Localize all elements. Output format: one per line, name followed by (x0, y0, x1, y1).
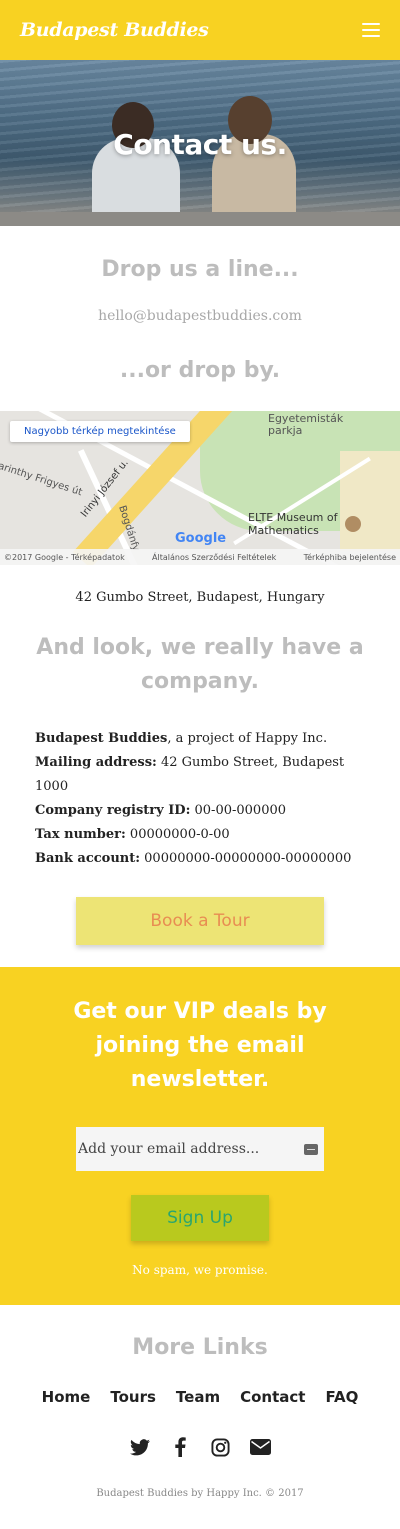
footer-link-tours[interactable]: Tours (110, 1388, 156, 1406)
hero-ledge (0, 212, 400, 226)
drop-by-title: ...or drop by. (119, 358, 281, 383)
no-spam-note: No spam, we promise. (132, 1263, 268, 1277)
map-buildings (340, 451, 400, 551)
facebook-icon[interactable] (169, 1436, 191, 1458)
autofill-icon[interactable] (304, 1143, 318, 1155)
google-logo: Google (175, 531, 227, 546)
bank-account-row: Bank account: 00000000-00000000-00000000 (35, 851, 352, 866)
book-tour-button[interactable]: Book a Tour (76, 897, 324, 945)
company-name-row: Budapest Buddies, a project of Happy Inc… (35, 731, 328, 746)
social-links (0, 1436, 400, 1458)
footer-link-contact[interactable]: Contact (240, 1388, 305, 1406)
newsletter-email-field[interactable] (76, 1127, 324, 1171)
more-links-title: More Links (132, 1335, 268, 1360)
map-label-museum: ELTE Museum of Mathematics (248, 511, 338, 537)
drop-line-title: Drop us a line... (101, 257, 299, 282)
map-report-link[interactable]: Térképhiba bejelentése (304, 553, 396, 562)
footer-link-team[interactable]: Team (176, 1388, 220, 1406)
contact-email-link[interactable]: hello@budapestbuddies.com (0, 308, 400, 324)
page-title: Contact us. (113, 128, 287, 161)
company-details: Budapest Buddies, a project of Happy Inc… (0, 727, 400, 871)
mailing-address-row: Mailing address: 42 Gumbo Street, Budape… (35, 755, 345, 794)
tax-number-row: Tax number: 00000000-0-00 (35, 827, 230, 842)
museum-icon[interactable] (345, 516, 361, 532)
company-title: And look, we really have a company. (36, 635, 364, 694)
brand-logo[interactable]: Budapest Buddies (20, 19, 209, 41)
map-data-credit[interactable]: ©2017 Google - Térképadatok (4, 553, 125, 562)
email-input[interactable] (78, 1141, 288, 1157)
envelope-icon[interactable] (249, 1436, 271, 1458)
newsletter-title: Get our VIP deals by joining the email n… (73, 999, 327, 1092)
footer-link-faq[interactable]: FAQ (325, 1388, 358, 1406)
newsletter-section: Get our VIP deals by joining the email n… (0, 967, 400, 1305)
map-label-park: Egyetemisták parkja (268, 412, 344, 437)
map-terms-link[interactable]: Általános Szerződési Feltételek (152, 553, 276, 562)
map-footer-bar: ©2017 Google - Térképadatok Általános Sz… (0, 549, 400, 565)
embedded-map[interactable]: Egyetemisták parkja Irinyi József u. Bog… (0, 411, 400, 565)
instagram-icon[interactable] (209, 1436, 231, 1458)
twitter-icon[interactable] (129, 1436, 151, 1458)
hamburger-icon[interactable] (362, 23, 380, 37)
bigger-map-link[interactable]: Nagyobb térkép megtekintése (10, 421, 190, 442)
street-address: 42 Gumbo Street, Budapest, Hungary (75, 590, 325, 605)
footer-link-home[interactable]: Home (42, 1388, 91, 1406)
registry-id-row: Company registry ID: 00-00-000000 (35, 803, 287, 818)
hero-banner: Contact us. (0, 60, 400, 226)
signup-button[interactable]: Sign Up (131, 1195, 269, 1241)
map-label-street: Karinthy Frigyes út (0, 458, 84, 499)
copyright: Budapest Buddies by Happy Inc. © 2017 (96, 1488, 304, 1499)
top-navbar: Budapest Buddies (0, 0, 400, 60)
footer-nav: Home Tours Team Contact FAQ (0, 1388, 400, 1406)
